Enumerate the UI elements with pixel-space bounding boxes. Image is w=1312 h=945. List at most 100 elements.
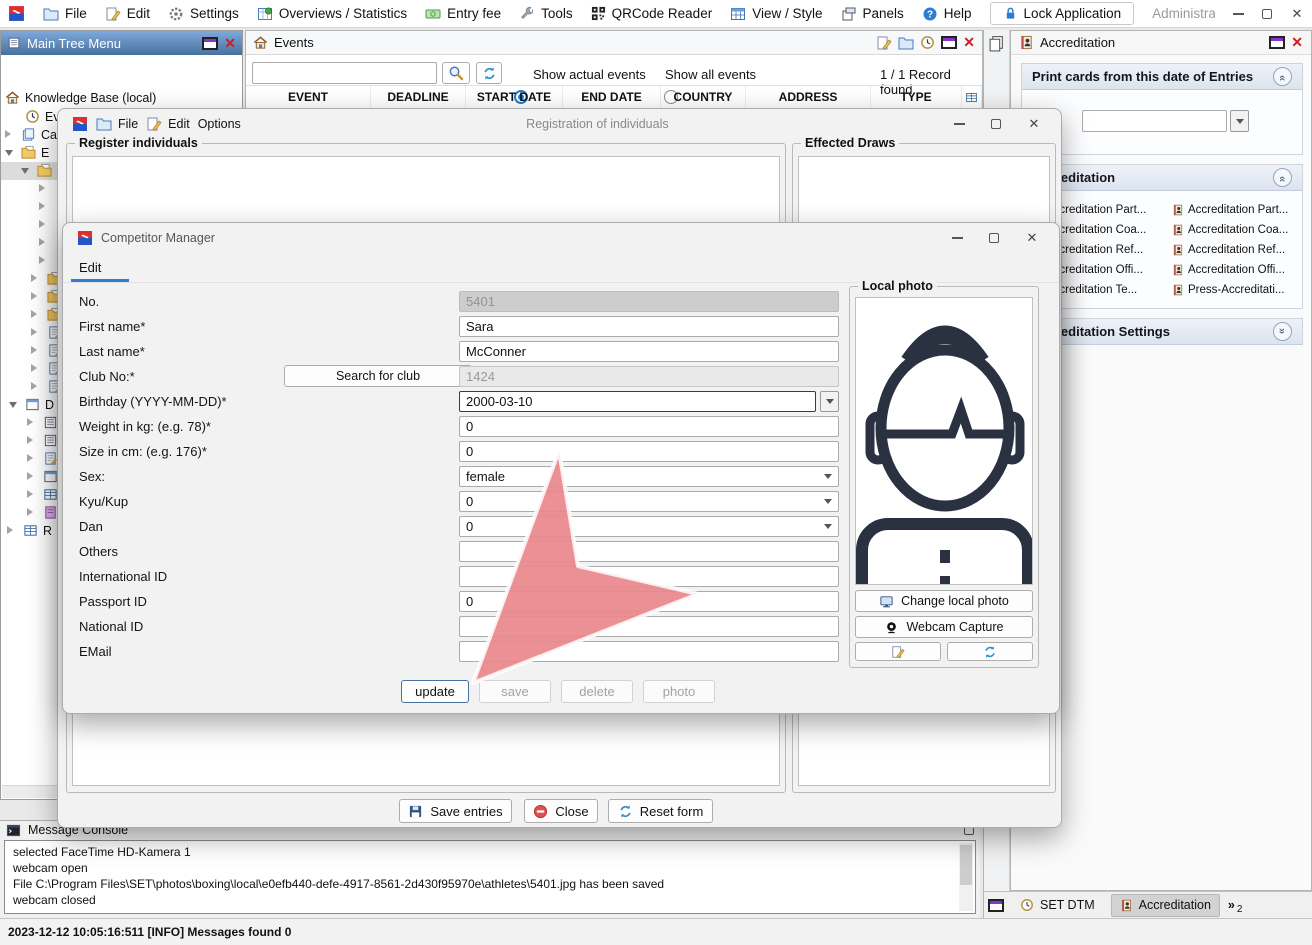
accreditation-item[interactable]: Accreditation Coa... [1172,223,1288,237]
search-for-club-button[interactable]: Search for club [284,365,472,387]
close-form-button[interactable]: Close [524,799,598,823]
column-header-start-date[interactable]: START DATE [466,86,563,108]
expand-section-button[interactable]: « [1273,322,1292,341]
expand-arrow-icon[interactable] [31,382,41,390]
panel-close-icon[interactable]: ✕ [963,34,975,51]
expand-arrow-icon[interactable] [31,364,41,372]
print-date-combo-input[interactable] [1082,110,1227,132]
minimize-button[interactable] [952,237,963,239]
expand-arrow-icon[interactable] [5,130,15,138]
panel-close-icon[interactable]: ✕ [1291,34,1303,51]
accreditation-item[interactable]: Accreditation Ref... [1172,243,1285,257]
more-tabs-icon[interactable]: » [1228,898,1235,912]
column-header-deadline[interactable]: DEADLINE [371,86,466,108]
minimize-button[interactable] [1233,13,1244,15]
weight-input[interactable]: 0 [459,416,839,437]
panel-restore-icon[interactable] [988,899,1004,912]
menu-view-style[interactable]: View / Style [730,6,822,22]
menu-tools[interactable]: Tools [519,6,573,22]
update-button[interactable]: update [401,680,469,703]
column-header-end-date[interactable]: END DATE [563,86,661,108]
menu-settings[interactable]: Settings [168,6,239,22]
others-input[interactable] [459,541,839,562]
last-name-input[interactable]: McConner [459,341,839,362]
change-local-photo-button[interactable]: Change local photo [855,590,1033,612]
photo-button[interactable]: photo [643,680,715,703]
expand-arrow-icon[interactable] [39,256,49,264]
birthday-input[interactable]: 2000-03-10 [459,391,816,412]
registration-menu-file[interactable]: File [96,116,138,132]
expand-arrow-icon[interactable] [27,418,37,426]
tree-row[interactable]: Knowledge Base (local) [1,89,242,107]
expand-arrow-icon[interactable] [27,454,37,462]
maximize-button[interactable] [989,233,999,243]
expand-arrow-icon[interactable] [31,346,41,354]
column-header-address[interactable]: ADDRESS [746,86,871,108]
delete-button[interactable]: delete [561,680,633,703]
expand-arrow-icon[interactable] [27,472,37,480]
expand-arrow-icon[interactable] [27,490,37,498]
national-id-input[interactable] [459,616,839,637]
lock-application-button[interactable]: Lock Application [990,2,1135,25]
column-header-type[interactable]: TYPE [871,86,962,108]
minimize-button[interactable] [954,123,965,125]
menu-panels[interactable]: Panels [841,6,904,22]
webcam-capture-button[interactable]: Webcam Capture [855,616,1033,638]
collapse-arrow-icon[interactable] [21,168,29,178]
column-header-event[interactable]: EVENT [246,86,371,108]
expand-arrow-icon[interactable] [31,292,41,300]
save-entries-button[interactable]: Save entries [399,799,512,823]
menu-file[interactable]: File [43,6,87,22]
folder-icon[interactable] [898,35,914,51]
panel-restore-icon[interactable] [941,36,957,49]
collapse-arrow-icon[interactable] [9,402,17,412]
first-name-input[interactable]: Sara [459,316,839,337]
menu-edit[interactable]: Edit [105,6,150,22]
events-search-input[interactable] [252,62,437,84]
edit-photo-button[interactable] [855,642,941,661]
international-id-input[interactable] [459,566,839,587]
expand-arrow-icon[interactable] [39,202,49,210]
kyu-kup-select[interactable]: 0 [459,491,839,512]
accreditation-item[interactable]: Press-Accreditati... [1172,283,1285,297]
refresh-photo-button[interactable] [947,642,1033,661]
close-button[interactable]: ✕ [1027,116,1041,132]
panel-restore-icon[interactable] [1269,36,1285,49]
competitor-menu-edit[interactable]: Edit [79,260,101,275]
collapse-section-button[interactable]: « [1273,168,1292,187]
expand-arrow-icon[interactable] [39,220,49,228]
pages-icon[interactable] [988,35,1005,52]
registration-menu-options[interactable]: Options [198,117,241,131]
clock-icon[interactable] [920,35,935,50]
edit-form-icon[interactable] [876,35,892,51]
size-input[interactable]: 0 [459,441,839,462]
dan-select[interactable]: 0 [459,516,839,537]
reset-form-button[interactable]: Reset form [608,799,713,823]
passport-id-input[interactable]: 0 [459,591,839,612]
tab-set-dtm[interactable]: SET DTM [1012,895,1103,915]
competitor-manager-titlebar[interactable]: Competitor Manager ✕ [63,223,1059,253]
expand-arrow-icon[interactable] [39,184,49,192]
panel-close-icon[interactable]: ✕ [224,35,236,52]
sex-select[interactable]: female [459,466,839,487]
menu-entry-fee[interactable]: Entry fee [425,6,501,22]
tab-accreditation[interactable]: Accreditation [1111,894,1220,917]
email-input[interactable] [459,641,839,662]
close-button[interactable]: ✕ [1025,230,1039,246]
column-header-country[interactable]: COUNTRY [661,86,746,108]
maximize-button[interactable] [991,119,1001,129]
scrollbar-thumb[interactable] [960,845,972,885]
expand-arrow-icon[interactable] [31,310,41,318]
registration-titlebar[interactable]: File Edit Options Registration of indivi… [58,109,1061,139]
expand-arrow-icon[interactable] [27,436,37,444]
column-chooser-icon[interactable] [962,86,982,108]
accreditation-item[interactable]: Accreditation Offi... [1172,263,1285,277]
menu-overviews-statistics[interactable]: Overviews / Statistics [257,6,407,22]
console-scrollbar[interactable] [959,843,973,911]
panel-restore-icon[interactable] [202,37,218,50]
maximize-button[interactable] [1262,9,1272,19]
registration-menu-edit[interactable]: Edit [146,116,190,132]
save-button[interactable]: save [479,680,551,703]
print-date-dropdown-button[interactable] [1230,110,1249,132]
search-button[interactable] [442,62,470,84]
